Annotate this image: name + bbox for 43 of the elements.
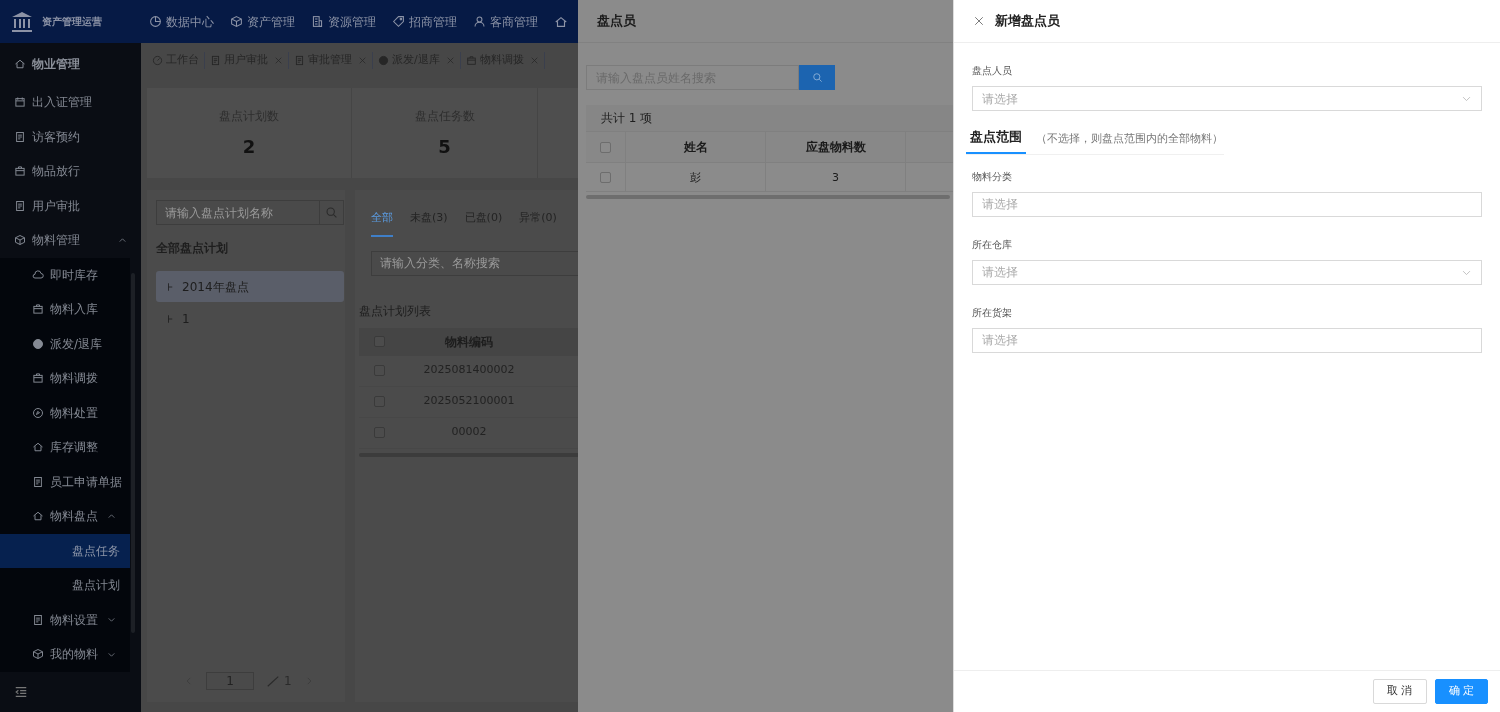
sidebar-item[interactable]: 访客预约 (0, 119, 141, 154)
sidebar-item[interactable]: 我的物料 (0, 637, 130, 672)
sidebar-item[interactable]: 用户审批 (0, 188, 141, 223)
sidebar-item[interactable]: 员工申请单据 (0, 464, 130, 499)
app-name: 资产管理运营 (42, 15, 102, 29)
field-label: 物料分类 (972, 169, 1013, 184)
status-tab[interactable]: 全部 (371, 210, 393, 237)
nav-link[interactable]: 数据中心 (166, 12, 214, 31)
sidebar-item[interactable]: 物料管理 (0, 223, 141, 258)
search-field[interactable]: 请输入分类、名称搜索 (371, 250, 578, 276)
total-count: 共计 1 项 (586, 105, 953, 131)
section-tab[interactable]: 盘点范围 (966, 127, 1026, 154)
nav-link[interactable]: 客商管理 (490, 12, 538, 31)
sidebar-item[interactable]: 物料设置 (0, 602, 130, 637)
table-cell: 3 (766, 162, 906, 192)
cancel-button[interactable]: 取 消 (1373, 679, 1427, 704)
confirm-button[interactable]: 确 定 (1434, 679, 1488, 704)
stat-value: 5 (438, 134, 451, 159)
sidebar-item[interactable]: 派发/退库 (0, 326, 130, 361)
nav-link[interactable]: 资源管理 (328, 12, 376, 31)
sidebar-item[interactable]: 物料处置 (0, 395, 130, 430)
sidebar-item[interactable]: 物料盘点 (0, 499, 130, 534)
table-cell: 彭 (626, 162, 766, 192)
sidebar-item[interactable]: 库存调整 (0, 430, 130, 465)
stat-value: 2 (242, 134, 256, 159)
sidebar-item[interactable]: 盘点任务 (0, 533, 130, 568)
nav-link[interactable]: 招商管理 (409, 12, 457, 31)
sidebar-item[interactable]: 物料入库 (0, 292, 130, 327)
sidebar-item[interactable]: 即时库存 (0, 257, 130, 292)
sidebar-item[interactable]: 物料调拨 (0, 361, 130, 396)
field-label: 盘点人员 (972, 64, 1013, 78)
section-hint: （不选择，则盘点范围内的全部物料） (1035, 131, 1223, 147)
field-label: 所在仓库 (972, 237, 1013, 252)
column-header: 姓名 (626, 131, 766, 163)
search-field[interactable]: 请输入盘点计划名称 (156, 200, 320, 225)
column-header: 应盘物料数 (766, 131, 906, 163)
sidebar-item[interactable]: 物业管理 (0, 43, 141, 85)
sidebar-item[interactable]: 盘点计划 (0, 568, 130, 603)
nav-link[interactable]: 资产管理 (247, 12, 295, 31)
field-label: 所在货架 (972, 305, 1013, 320)
sidebar-item[interactable]: 出入证管理 (0, 85, 141, 120)
sidebar-item[interactable]: 物品放行 (0, 154, 141, 189)
drawer-title: 新增盘点员 (995, 12, 1060, 31)
